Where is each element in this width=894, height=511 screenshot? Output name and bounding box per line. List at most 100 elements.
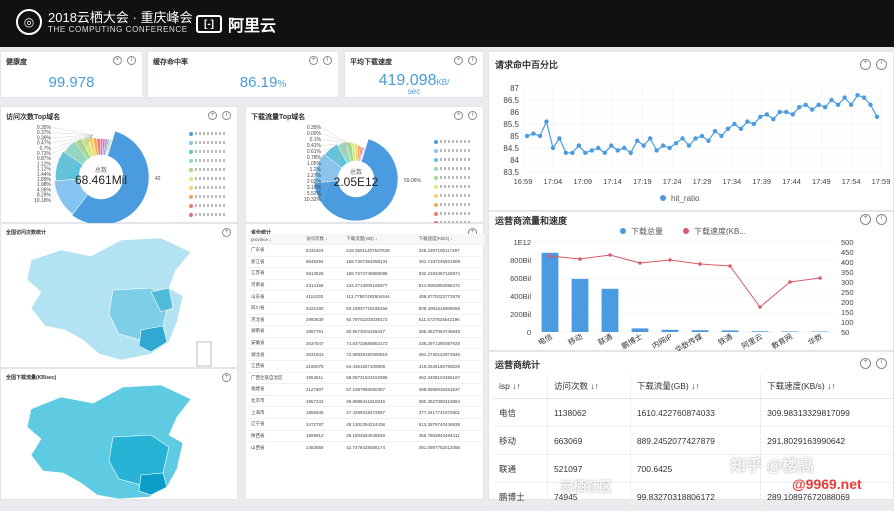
table-cell: 北京市 — [248, 395, 303, 407]
aliyun-brand: [-] 阿里云 — [196, 12, 276, 36]
table-row[interactable]: 移动663069889.2452077427879291.80291639906… — [493, 427, 894, 455]
table-row[interactable]: 辽宁省147278749.1302394224438513.3879740446… — [248, 418, 485, 430]
table-row[interactable]: 安徽省253754774.83733688853173436.297138008… — [248, 337, 485, 349]
column-header[interactable]: 下载速度(KB/s) ↓↑ — [761, 374, 894, 399]
zoom-icon[interactable]: + — [860, 358, 871, 369]
legend-blurred-text — [195, 150, 225, 153]
table-row[interactable]: 陕西省156981245.1504584048849456.7863843484… — [248, 430, 485, 442]
left-tick-label: 1E12 — [513, 238, 531, 247]
legend-blurred-text — [195, 186, 225, 189]
table-cell: 663069 — [547, 427, 630, 455]
data-point — [603, 151, 607, 155]
info-icon[interactable]: i — [127, 56, 136, 65]
column-header[interactable]: 下载流量(GB) ↓↑ — [630, 374, 760, 399]
zoom-icon[interactable]: + — [208, 111, 217, 120]
legend-item[interactable] — [189, 210, 225, 219]
legend-item[interactable] — [434, 164, 470, 173]
category-label: 移动 — [566, 331, 584, 347]
legend-item[interactable] — [189, 201, 225, 210]
data-point — [745, 119, 749, 123]
legend-blurred-text — [195, 177, 225, 180]
column-header[interactable]: 访问次数 ↓↑ — [547, 374, 630, 399]
legend-item[interactable] — [434, 146, 470, 155]
table-row[interactable]: 福建省212780757.2387993050387499.8989036261… — [248, 384, 485, 396]
table-cell: 福建省 — [248, 384, 303, 396]
table-row[interactable]: 上海市186684647.4289318472697377.3417741972… — [248, 407, 485, 419]
info-icon[interactable]: i — [468, 56, 477, 65]
legend-item[interactable] — [189, 147, 225, 156]
table-row[interactable]: 广东省8431824218.36011407637628345.23971051… — [248, 245, 485, 257]
kpi-avg-speed: 平均下载速度 +i 419.098KB/sec — [344, 51, 484, 98]
map-download-panel: 全国下载流量(KB/sec) + — [0, 368, 238, 500]
legend-dot — [189, 186, 193, 190]
legend-item[interactable] — [434, 137, 470, 146]
zoom-icon[interactable]: + — [113, 56, 122, 65]
legend-item[interactable] — [434, 209, 470, 218]
table-cell: 2127807 — [303, 384, 343, 396]
table-row[interactable]: 河南省4314169134.2713005165977814.805389309… — [248, 279, 485, 291]
aliyun-label: 阿里云 — [228, 12, 276, 36]
legend-dot — [434, 194, 438, 198]
table-cell: 辽宁省 — [248, 418, 303, 430]
legend-blurred-text — [440, 203, 470, 206]
column-header[interactable]: 访问次数 ↓ — [303, 234, 343, 245]
download-donut-panel: 下载流量Top域名 +i 总数2.05E120.35%0.00%0.1%0.41… — [245, 106, 484, 223]
legend-dot — [189, 195, 193, 199]
legend-blurred-text — [440, 149, 470, 152]
table-row[interactable]: 北京市195734349.8988441810046380.3527080416… — [248, 395, 485, 407]
table-row[interactable]: 浙江省8648294169.7307364058134481.718724592… — [248, 256, 485, 268]
data-point — [726, 127, 730, 131]
data-point — [765, 112, 769, 116]
legend-item[interactable] — [434, 182, 470, 191]
legend-item[interactable] — [189, 165, 225, 174]
legend-item[interactable] — [434, 155, 470, 164]
legend-item[interactable] — [189, 138, 225, 147]
table-row[interactable]: 广西壮族自治区195361158.06731843152986462.34081… — [248, 372, 485, 384]
table-cell: 49.1302394224438 — [343, 418, 415, 430]
data-point — [728, 264, 732, 268]
table-cell: 1569812 — [303, 430, 343, 442]
right-tick-label: 50 — [841, 328, 849, 337]
legend-item[interactable] — [434, 173, 470, 182]
zoom-icon[interactable]: + — [454, 111, 463, 120]
table-row[interactable]: 山西省148365942.7476425006174481.0997752012… — [248, 442, 485, 454]
zoom-icon[interactable]: + — [309, 56, 318, 65]
data-point — [654, 148, 658, 152]
column-header[interactable]: 下载速度(KB/s) ↓ — [416, 234, 485, 245]
info-icon[interactable]: i — [323, 56, 332, 65]
legend-item[interactable] — [189, 183, 225, 192]
column-header[interactable]: province ↓ — [248, 234, 303, 245]
legend-item[interactable] — [189, 129, 225, 138]
info-icon[interactable]: i — [876, 358, 887, 369]
legend-item[interactable] — [189, 174, 225, 183]
data-point — [804, 103, 808, 107]
legend-item[interactable] — [434, 200, 470, 209]
download-donut-chart: 总数2.05E120.35%0.00%0.1%0.41%0.61%0.78%1.… — [246, 117, 436, 227]
isp-chart-panel: 运营商流量和速度 +i 1E12800Bil600Bil400Bil200Bil… — [488, 211, 894, 351]
legend-item[interactable] — [434, 191, 470, 200]
data-point — [868, 103, 872, 107]
data-point — [548, 254, 552, 258]
table-cell: 1610.422760874033 — [630, 399, 760, 427]
column-header[interactable]: 下载流量(GB) ↓ — [343, 234, 415, 245]
table-row[interactable]: 湖南省295779180.9673003108437385.3527094745… — [248, 326, 485, 338]
table-row[interactable]: 江西省219007564.4361657109808419.2545160793… — [248, 360, 485, 372]
data-point — [818, 276, 822, 280]
table-row[interactable]: 湖北省263184172.08928160490818481.273012297… — [248, 349, 485, 361]
table-row[interactable]: 江苏省5813825158.7274749888088532.218349712… — [248, 268, 485, 280]
table-row[interactable]: 河北省299363992.79702203039173511.473782464… — [248, 314, 485, 326]
table-cell: 3422180 — [303, 302, 343, 314]
legend-dot — [434, 176, 438, 180]
slice-label: 10.18% — [34, 198, 52, 204]
info-icon[interactable]: i — [468, 111, 477, 120]
table-row[interactable]: 电信11380621610.422760874033309.9831332981… — [493, 399, 894, 427]
zoom-icon[interactable]: + — [454, 56, 463, 65]
table-cell: 436.2971380087929 — [416, 337, 485, 349]
legend-item[interactable] — [189, 156, 225, 165]
info-icon[interactable]: i — [222, 111, 231, 120]
table-row[interactable]: 四川省342218093.18937718195256509.408151690… — [248, 302, 485, 314]
data-point — [648, 136, 652, 140]
legend-item[interactable] — [189, 192, 225, 201]
column-header[interactable]: isp ↓↑ — [493, 374, 547, 399]
table-row[interactable]: 山东省4116330113.77907492604344488.87702237… — [248, 291, 485, 303]
